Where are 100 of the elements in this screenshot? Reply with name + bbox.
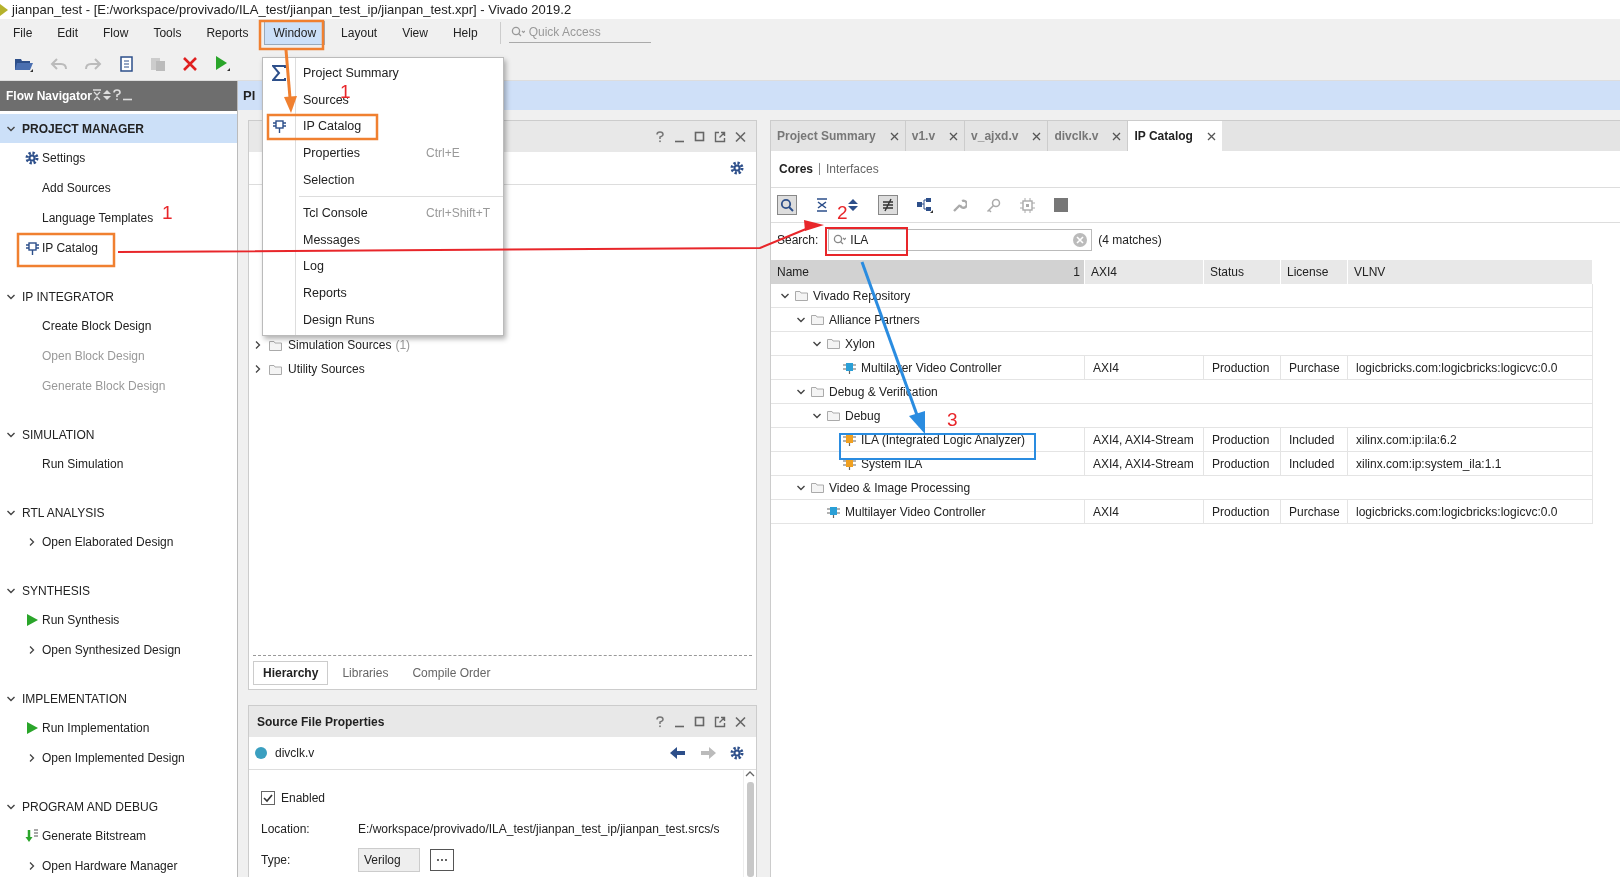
table-cell: Production <box>1204 428 1281 452</box>
close-icon[interactable] <box>1112 131 1122 141</box>
sort-indicator[interactable]: 1 <box>1073 265 1080 279</box>
menu-item[interactable]: Tcl Console <box>303 206 426 221</box>
tree-row[interactable]: Video & Image Processing <box>771 476 1593 500</box>
editor-tab[interactable]: v1.v <box>905 121 966 151</box>
filter-button[interactable] <box>878 195 898 215</box>
chevron-right-icon[interactable] <box>253 364 263 374</box>
table-cell: Purchase <box>1281 356 1348 380</box>
nav-item[interactable]: Run Simulation <box>42 457 124 471</box>
type-dropdown[interactable]: Verilog <box>358 847 420 872</box>
tab[interactable]: Hierarchy <box>253 661 329 685</box>
menu-item[interactable]: Project Summary <box>303 66 426 81</box>
nav-item[interactable]: Run Implementation <box>42 721 150 735</box>
chevron-right-icon[interactable] <box>253 340 263 350</box>
menu-item[interactable]: Edit <box>48 21 88 45</box>
close-icon[interactable] <box>1206 131 1216 141</box>
tree-row[interactable]: Xylon <box>771 332 1593 356</box>
column-header[interactable]: AXI4 <box>1085 260 1204 284</box>
search-button[interactable] <box>777 195 797 215</box>
checkbox[interactable] <box>261 790 275 805</box>
gear-icon[interactable] <box>730 746 744 760</box>
maximize-icon[interactable] <box>694 715 705 728</box>
float-icon[interactable] <box>714 130 726 143</box>
delete-icon[interactable] <box>182 55 198 72</box>
tree-item[interactable]: Utility Sources <box>288 362 365 376</box>
close-icon[interactable] <box>735 130 746 143</box>
gear-icon[interactable] <box>730 161 744 175</box>
menu-item[interactable]: Design Runs <box>303 312 426 327</box>
nav-item[interactable]: Open Elaborated Design <box>42 535 174 549</box>
section-header[interactable]: SYNTHESIS <box>22 583 90 598</box>
annotation-number: 3 <box>947 410 958 429</box>
nav-item[interactable]: Generate Bitstream <box>42 829 147 843</box>
editor-tab[interactable]: v_ajxd.v <box>965 121 1049 151</box>
close-icon[interactable] <box>735 715 746 728</box>
section-header[interactable]: PROGRAM AND DEBUG <box>22 799 159 814</box>
menu-item[interactable]: IP Catalog <box>303 119 426 134</box>
section-header[interactable]: IP INTEGRATOR <box>22 289 114 304</box>
menu-item[interactable]: Messages <box>303 232 426 247</box>
chevron-right-icon[interactable] <box>27 753 37 763</box>
collapse-all-icon[interactable] <box>816 198 828 212</box>
nav-item[interactable]: Settings <box>42 151 86 165</box>
hierarchy-icon[interactable] <box>917 197 933 213</box>
nav-item[interactable]: Open Synthesized Design <box>42 643 181 657</box>
menu-item[interactable]: Layout <box>332 21 387 45</box>
menu-item[interactable]: Reports <box>303 286 426 301</box>
tab[interactable]: Libraries <box>332 661 399 685</box>
editor-tab[interactable]: Project Summary <box>771 121 906 151</box>
help-icon[interactable] <box>655 715 665 728</box>
column-header[interactable]: License <box>1281 260 1348 284</box>
sub-tab[interactable]: Cores <box>779 162 819 176</box>
nav-item[interactable]: Open Implemented Design <box>42 751 185 765</box>
chevron-right-icon[interactable] <box>27 645 37 655</box>
menu-item[interactable]: Reports <box>197 21 258 45</box>
nav-item[interactable]: Language Templates <box>42 211 154 225</box>
column-header[interactable]: VLNV <box>1348 260 1593 284</box>
menu-item[interactable]: File <box>4 21 42 45</box>
shortcut-label: Ctrl+E <box>426 146 460 161</box>
tree-row[interactable]: Multilayer Video Controller <box>771 500 1085 524</box>
tree-row[interactable]: ILA (Integrated Logic Analyzer) <box>771 428 1085 452</box>
back-arrow-icon[interactable] <box>670 747 686 759</box>
section-header[interactable]: RTL ANALYSIS <box>22 505 105 520</box>
search-field[interactable]: ILA <box>828 229 1093 251</box>
editor-tab[interactable]: IP Catalog <box>1128 121 1222 151</box>
expand-all-icon[interactable] <box>102 88 112 101</box>
sub-tab[interactable]: Interfaces <box>819 163 885 175</box>
section-header[interactable]: IMPLEMENTATION <box>22 691 127 706</box>
scroll-up-icon[interactable] <box>745 770 755 778</box>
close-icon[interactable] <box>1032 131 1042 141</box>
menu-item[interactable]: View <box>393 21 437 45</box>
menu-item[interactable]: Flow <box>94 21 138 45</box>
nav-item[interactable]: Create Block Design <box>42 319 152 333</box>
menu-item[interactable]: Properties <box>303 146 426 161</box>
copy-icon[interactable] <box>118 55 134 72</box>
menu-item[interactable]: Help <box>443 21 487 45</box>
chevron-right-icon[interactable] <box>27 861 37 871</box>
tree-item[interactable]: Simulation Sources <box>288 338 392 352</box>
menu-item[interactable]: Log <box>303 259 426 274</box>
browse-button[interactable]: ⋯ <box>430 848 454 871</box>
maximize-icon[interactable] <box>694 130 705 143</box>
float-icon[interactable] <box>714 715 726 728</box>
help-icon[interactable] <box>655 130 665 143</box>
close-icon[interactable] <box>949 131 959 141</box>
scrollbar[interactable] <box>743 770 756 877</box>
section-header[interactable]: SIMULATION <box>22 427 95 442</box>
download-bits-icon <box>25 828 39 844</box>
chevron-right-icon[interactable] <box>27 537 37 547</box>
nav-item[interactable]: Add Sources <box>42 181 111 195</box>
nav-item[interactable]: Open Hardware Manager <box>42 859 178 873</box>
expand-all-icon[interactable] <box>847 198 859 212</box>
close-icon[interactable] <box>889 131 899 141</box>
nav-item[interactable]: Run Synthesis <box>42 613 120 627</box>
column-header[interactable]: Name 1 <box>771 260 1085 284</box>
help-icon[interactable] <box>112 88 122 101</box>
menu-item[interactable]: Tools <box>144 21 191 45</box>
tab[interactable]: Compile Order <box>402 661 501 685</box>
nav-item[interactable]: IP Catalog <box>42 241 98 255</box>
menu-item[interactable]: Selection <box>303 172 426 187</box>
column-header[interactable]: Status <box>1204 260 1281 284</box>
run-icon[interactable] <box>214 55 230 72</box>
